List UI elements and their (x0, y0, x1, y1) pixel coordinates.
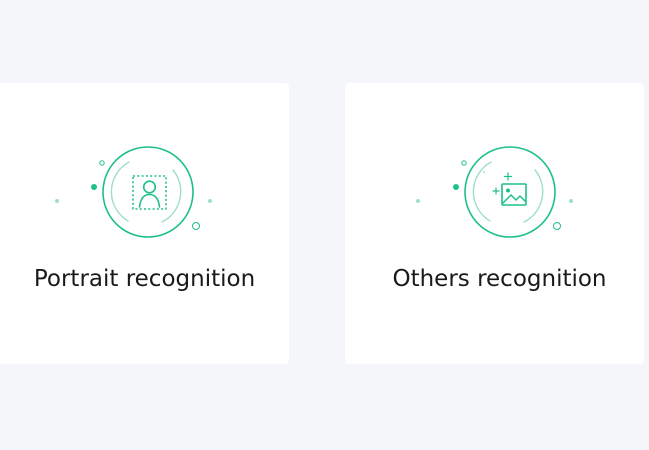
image-recognition-icon (410, 136, 590, 246)
others-recognition-card[interactable]: Others recognition (345, 83, 644, 364)
portrait-recognition-card[interactable]: Portrait recognition (0, 83, 289, 364)
portrait-recognition-label: Portrait recognition (33, 266, 256, 292)
portrait-recognition-icon (54, 136, 234, 246)
others-recognition-label: Others recognition (392, 266, 607, 292)
